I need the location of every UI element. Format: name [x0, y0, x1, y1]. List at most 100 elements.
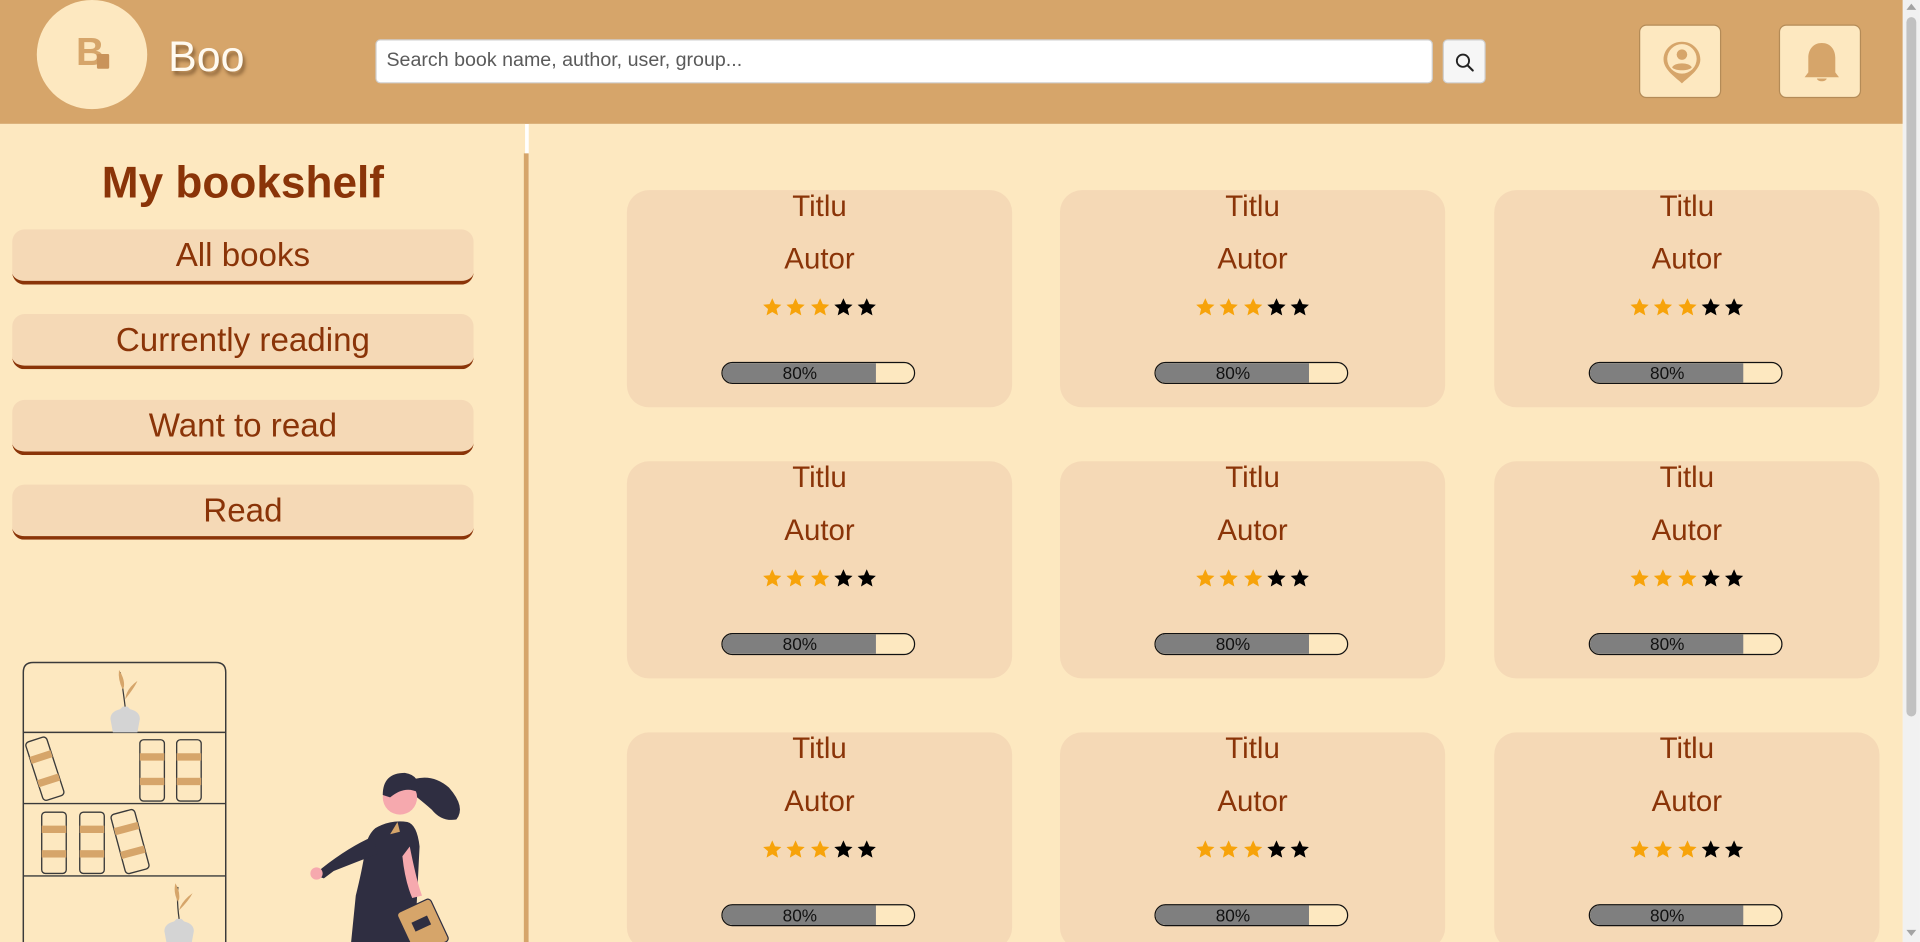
star-filled-icon[interactable] — [1653, 568, 1674, 589]
reading-progress-bar: 80% — [1588, 361, 1783, 384]
progress-label: 80% — [1215, 634, 1251, 654]
rating-stars[interactable] — [1629, 297, 1744, 319]
star-empty-icon[interactable] — [1724, 839, 1745, 860]
star-empty-icon[interactable] — [856, 568, 877, 589]
book-card[interactable]: Titlu Autor 80% — [626, 190, 1013, 408]
profile-button[interactable] — [1639, 24, 1722, 99]
star-filled-icon[interactable] — [762, 297, 783, 318]
star-empty-icon[interactable] — [1700, 568, 1721, 589]
book-grid: Titlu Autor 80% Titlu Autor 80% Titlu Au… — [528, 123, 1903, 942]
rating-stars[interactable] — [1195, 568, 1310, 590]
star-filled-icon[interactable] — [785, 839, 806, 860]
star-filled-icon[interactable] — [1219, 568, 1240, 589]
star-filled-icon[interactable] — [1676, 839, 1697, 860]
star-empty-icon[interactable] — [833, 297, 854, 318]
page-title: My bookshelf — [101, 157, 385, 208]
bookshelf-illustration — [22, 661, 460, 942]
star-filled-icon[interactable] — [1219, 297, 1240, 318]
logo[interactable]: B — [36, 0, 148, 110]
scrollbar-thumb[interactable] — [1906, 17, 1917, 717]
book-title: Titlu — [792, 461, 847, 495]
star-filled-icon[interactable] — [762, 568, 783, 589]
star-empty-icon[interactable] — [1700, 839, 1721, 860]
star-filled-icon[interactable] — [1653, 297, 1674, 318]
book-title: Titlu — [1225, 461, 1280, 495]
brand-name[interactable]: Boo — [168, 33, 244, 82]
book-card[interactable]: Titlu Autor 80% — [1494, 732, 1880, 942]
star-filled-icon[interactable] — [1242, 568, 1263, 589]
star-filled-icon[interactable] — [1195, 839, 1216, 860]
book-card[interactable]: Titlu Autor 80% — [1494, 461, 1880, 679]
want-to-read-button[interactable]: Want to read — [12, 399, 474, 456]
star-filled-icon[interactable] — [1242, 297, 1263, 318]
star-filled-icon[interactable] — [1195, 297, 1216, 318]
rating-stars[interactable] — [762, 568, 877, 590]
star-filled-icon[interactable] — [785, 568, 806, 589]
book-card[interactable]: Titlu Autor 80% — [1059, 190, 1446, 408]
all-books-button[interactable]: All books — [12, 229, 474, 285]
book-card[interactable]: Titlu Autor 80% — [626, 461, 1013, 679]
book-title: Titlu — [1659, 461, 1715, 495]
rating-stars[interactable] — [1195, 297, 1310, 319]
star-filled-icon[interactable] — [762, 839, 783, 860]
read-button[interactable]: Read — [12, 484, 474, 540]
star-empty-icon[interactable] — [1724, 568, 1745, 589]
scroll-down-arrow-icon[interactable] — [1906, 929, 1917, 937]
currently-reading-button[interactable]: Currently reading — [12, 314, 474, 370]
reading-progress-bar: 80% — [1154, 633, 1349, 656]
star-filled-icon[interactable] — [1629, 297, 1650, 318]
rating-stars[interactable] — [1195, 839, 1310, 861]
progress-label: 80% — [1215, 363, 1251, 383]
star-filled-icon[interactable] — [1219, 839, 1240, 860]
book-title: Titlu — [792, 732, 847, 766]
star-empty-icon[interactable] — [833, 839, 854, 860]
book-card[interactable]: Titlu Autor 80% — [1059, 732, 1446, 942]
star-filled-icon[interactable] — [1195, 568, 1216, 589]
rating-stars[interactable] — [1629, 839, 1744, 861]
star-filled-icon[interactable] — [809, 297, 830, 318]
star-filled-icon[interactable] — [809, 568, 830, 589]
star-empty-icon[interactable] — [1266, 297, 1287, 318]
book-title: Titlu — [1659, 190, 1715, 224]
page-scrollbar[interactable] — [1902, 0, 1920, 942]
book-title: Titlu — [1659, 732, 1715, 766]
top-header: B Boo — [0, 0, 1903, 124]
star-filled-icon[interactable] — [1676, 297, 1697, 318]
star-empty-icon[interactable] — [1266, 568, 1287, 589]
star-empty-icon[interactable] — [856, 839, 877, 860]
scroll-up-arrow-icon[interactable] — [1906, 3, 1917, 10]
search-button[interactable] — [1442, 39, 1486, 84]
star-empty-icon[interactable] — [1266, 839, 1287, 860]
rating-stars[interactable] — [762, 297, 877, 319]
book-author: Autor — [1651, 242, 1723, 277]
reading-progress-bar: 80% — [721, 361, 916, 384]
search-input[interactable] — [375, 39, 1433, 84]
rating-stars[interactable] — [1629, 568, 1744, 590]
star-empty-icon[interactable] — [1289, 568, 1310, 589]
star-filled-icon[interactable] — [1242, 839, 1263, 860]
star-filled-icon[interactable] — [1676, 568, 1697, 589]
notifications-button[interactable] — [1778, 24, 1862, 99]
bell-icon — [1804, 42, 1839, 82]
star-empty-icon[interactable] — [1724, 297, 1745, 318]
progress-label: 80% — [1650, 905, 1685, 926]
star-empty-icon[interactable] — [856, 297, 877, 318]
star-empty-icon[interactable] — [1289, 839, 1310, 860]
book-card[interactable]: Titlu Autor 80% — [626, 732, 1013, 942]
star-empty-icon[interactable] — [1700, 297, 1721, 318]
star-empty-icon[interactable] — [833, 568, 854, 589]
star-empty-icon[interactable] — [1289, 297, 1310, 318]
star-filled-icon[interactable] — [785, 297, 806, 318]
star-filled-icon[interactable] — [1629, 839, 1650, 860]
book-author: Autor — [784, 785, 855, 819]
rating-stars[interactable] — [762, 839, 877, 861]
star-filled-icon[interactable] — [809, 839, 830, 860]
star-filled-icon[interactable] — [1653, 839, 1674, 860]
book-card[interactable]: Titlu Autor 80% — [1059, 461, 1446, 679]
book-card[interactable]: Titlu Autor 80% — [1494, 190, 1880, 408]
reading-progress-bar: 80% — [1588, 904, 1783, 927]
book-title: Titlu — [792, 190, 847, 224]
reading-progress-bar: 80% — [721, 633, 916, 656]
progress-label: 80% — [782, 634, 818, 654]
star-filled-icon[interactable] — [1629, 568, 1650, 589]
